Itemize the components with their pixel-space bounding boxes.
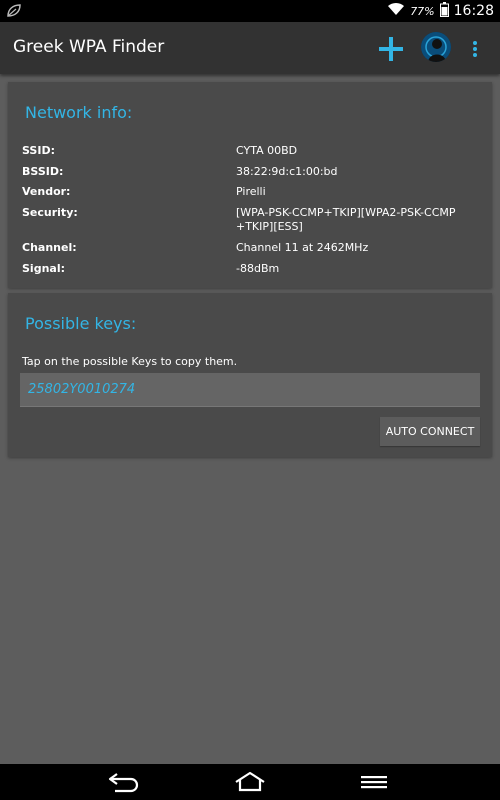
- security-label: Security:: [22, 206, 78, 219]
- channel-label: Channel:: [22, 241, 77, 254]
- status-bar: 77% 16:28: [0, 0, 500, 22]
- wifi-icon: [387, 2, 405, 20]
- vendor-value: Pirelli: [236, 185, 266, 198]
- battery-icon: [439, 1, 449, 21]
- ssid-label: SSID:: [22, 144, 55, 157]
- add-icon[interactable]: [376, 34, 406, 64]
- signal-value: -88dBm: [236, 262, 280, 275]
- bssid-value: 38:22:9d:c1:00:bd: [236, 165, 338, 178]
- back-icon[interactable]: [107, 770, 141, 794]
- security-value: [WPA-PSK-CCMP+TKIP][WPA2-PSK-CCMP+TKIP][…: [236, 206, 456, 233]
- overflow-menu-icon[interactable]: [468, 34, 482, 64]
- bssid-label: BSSID:: [22, 165, 64, 178]
- possible-keys-card: Possible keys: Tap on the possible Keys …: [8, 293, 492, 457]
- ssid-value: CYTA 00BD: [236, 144, 298, 157]
- vendor-label: Vendor:: [22, 185, 71, 198]
- possible-keys-title: Possible keys:: [25, 314, 137, 333]
- navigation-bar: [0, 764, 500, 800]
- avatar-icon[interactable]: [421, 32, 451, 62]
- battery-percentage: 77%: [410, 4, 435, 18]
- app-title: Greek WPA Finder: [13, 37, 165, 57]
- key-text: 25802Y0010274: [28, 382, 136, 397]
- auto-connect-button[interactable]: AUTO CONNECT: [380, 417, 480, 446]
- network-info-title: Network info:: [25, 103, 133, 122]
- action-bar: Greek WPA Finder: [0, 22, 500, 74]
- channel-value: Channel 11 at 2462MHz: [236, 241, 369, 254]
- leaf-notification-icon: [6, 3, 22, 22]
- network-info-card: Network info: SSID: CYTA 00BD BSSID: 38:…: [8, 82, 492, 288]
- home-icon[interactable]: [233, 770, 267, 794]
- signal-label: Signal:: [22, 262, 65, 275]
- key-item[interactable]: 25802Y0010274: [20, 373, 480, 407]
- clock: 16:28: [453, 3, 494, 19]
- copy-hint: Tap on the possible Keys to copy them.: [22, 355, 238, 368]
- menu-icon[interactable]: [358, 770, 392, 794]
